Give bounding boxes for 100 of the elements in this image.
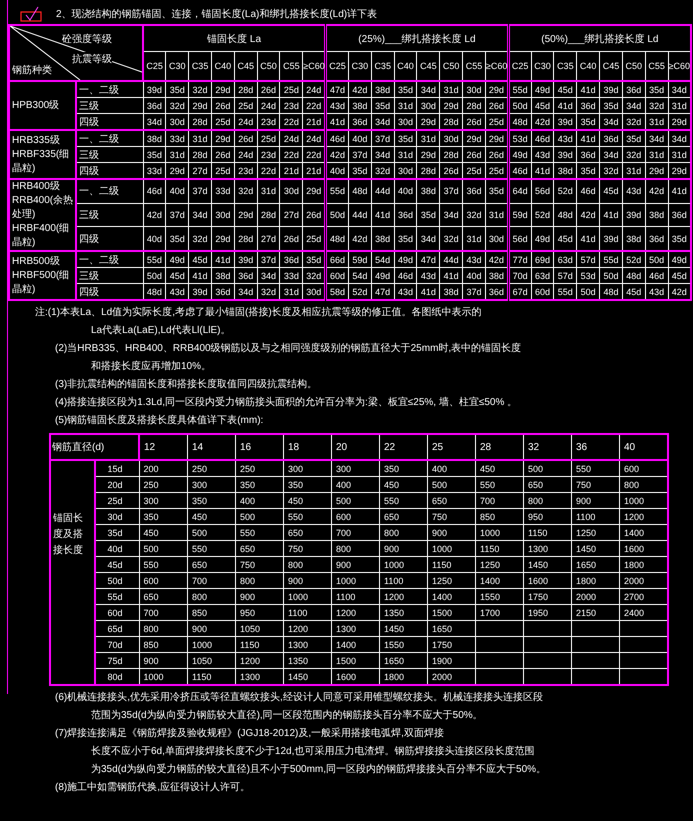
- table-cell: 46d: [508, 162, 532, 179]
- table-cell: 29d: [234, 203, 258, 227]
- table-cell: 1950: [524, 604, 572, 620]
- table-cell: 53d: [576, 268, 600, 284]
- table-cell: 43d: [326, 98, 348, 114]
- steel-type-label: HRB500级: [12, 254, 61, 268]
- column-header: 钢筋直径(d): [50, 434, 139, 460]
- table-cell: 35d: [166, 81, 189, 98]
- table-cell: 1200: [332, 604, 380, 620]
- table-cell: 500: [428, 476, 476, 492]
- table-cell: 47d: [326, 81, 348, 98]
- table-cell: 31d: [440, 81, 463, 98]
- table-cell: 38d: [143, 130, 166, 146]
- table-cell: 250: [188, 460, 236, 476]
- table-cell: 50d: [143, 268, 166, 284]
- table-cell: 48d: [622, 268, 646, 284]
- table-cell: 35d: [600, 98, 622, 114]
- checkbox[interactable]: [20, 6, 42, 22]
- column-header: C30: [166, 52, 189, 81]
- table-cell: 41d: [576, 81, 600, 98]
- table-cell: 44d: [440, 251, 463, 268]
- table-cell: 800: [188, 588, 236, 604]
- table-cell: 34d: [645, 130, 668, 146]
- table-cell: 35d: [394, 130, 417, 146]
- table-cell: 700: [139, 604, 188, 620]
- table-cell: 39d: [234, 251, 258, 268]
- table-cell: 26d: [211, 146, 234, 162]
- table-cell: 59d: [508, 203, 532, 227]
- table-cell: 1100: [332, 588, 380, 604]
- table-cell: 750: [428, 508, 476, 524]
- table-cell: 44d: [348, 203, 372, 227]
- table-cell: 46d: [645, 268, 668, 284]
- table-cell: 36d: [462, 179, 486, 204]
- note-text: La代表La(LaE),Ld代表Ll(LlE)。: [90, 324, 232, 337]
- table-cell: 44d: [371, 179, 394, 204]
- table-cell: 31d: [645, 146, 668, 162]
- header-label: 钢筋种类: [12, 64, 52, 77]
- table-cell: 800: [524, 492, 572, 508]
- table-cell: 一、二级: [76, 130, 143, 146]
- table-cell: 26d: [234, 130, 258, 146]
- table-cell: 900: [428, 524, 476, 540]
- table-cell: 54d: [371, 251, 394, 268]
- column-header: 12: [139, 434, 188, 460]
- table-cell: 650: [284, 524, 332, 540]
- table-cell: 31d: [166, 146, 189, 162]
- table-cell: 400: [332, 476, 380, 492]
- table-cell: 57d: [576, 251, 600, 268]
- note-text: (3)非抗震结构的锚固长度和搭接长度取值同四级抗震结构。: [54, 378, 318, 391]
- table-cell: 58d: [326, 284, 348, 300]
- table-cell: 31d: [394, 146, 417, 162]
- column-header: C40: [576, 52, 600, 81]
- table-cell: 850: [188, 604, 236, 620]
- table-cell: 750: [236, 556, 284, 572]
- note-text: 注:(1)本表La、Ld值为实际长度,考虑了最小锚固(搭接)长度及相应抗震等级的修正值。各图纸中表示的: [34, 306, 483, 319]
- table-cell: 41d: [668, 179, 691, 204]
- table-cell: 1600: [524, 572, 572, 588]
- table-cell: 900: [188, 620, 236, 636]
- table-cell: 33d: [166, 130, 189, 146]
- table-cell: 750: [572, 476, 620, 492]
- table-cell: 23d: [280, 98, 303, 114]
- table-cell: 29d: [188, 98, 212, 114]
- table-cell: 42d: [645, 179, 668, 204]
- table-cell: 32d: [166, 98, 189, 114]
- table-cell: 30d: [280, 179, 303, 204]
- table-cell: 50d: [326, 203, 348, 227]
- table-cell: 46d: [143, 179, 166, 204]
- table-cell: 1000: [332, 572, 380, 588]
- table-cell: 29d: [302, 179, 326, 204]
- table-cell: 三级: [76, 98, 143, 114]
- table-cell: 60d: [326, 268, 348, 284]
- column-header: 36: [572, 434, 620, 460]
- table-cell: 30d: [462, 81, 486, 98]
- table-cell: 三级: [76, 146, 143, 162]
- table-cell: 55d: [143, 251, 166, 268]
- table-cell: 30d: [94, 508, 139, 524]
- table-cell: 34d: [622, 98, 646, 114]
- table-cell: 1000: [428, 540, 476, 556]
- column-header: 16: [236, 434, 284, 460]
- table-cell: 34d: [668, 130, 691, 146]
- table-cell: 27d: [280, 203, 303, 227]
- table-cell: 25d: [234, 98, 258, 114]
- table-cell: 35d: [485, 179, 508, 204]
- table-cell: 650: [428, 492, 476, 508]
- steel-type-label: HRBF335(细晶粒): [12, 148, 70, 176]
- table-cell: 350: [236, 476, 284, 492]
- table-cell: 46d: [576, 179, 600, 204]
- table-cell: 350: [284, 476, 332, 492]
- table-cell: 55d: [508, 81, 532, 98]
- table-cell: 1100: [380, 572, 428, 588]
- table-cell: 1900: [428, 652, 476, 668]
- table-cell: 1250: [572, 524, 620, 540]
- table-cell: 1250: [476, 556, 524, 572]
- table-cell: 36d: [576, 98, 600, 114]
- table-cell: 36d: [622, 81, 646, 98]
- header-label: 砼强度等级: [62, 32, 112, 46]
- table-cell: 1350: [380, 604, 428, 620]
- table-cell: 36d: [576, 146, 600, 162]
- table-cell: 41d: [371, 203, 394, 227]
- table-cell: 50d: [645, 251, 668, 268]
- table-cell: 1050: [236, 620, 284, 636]
